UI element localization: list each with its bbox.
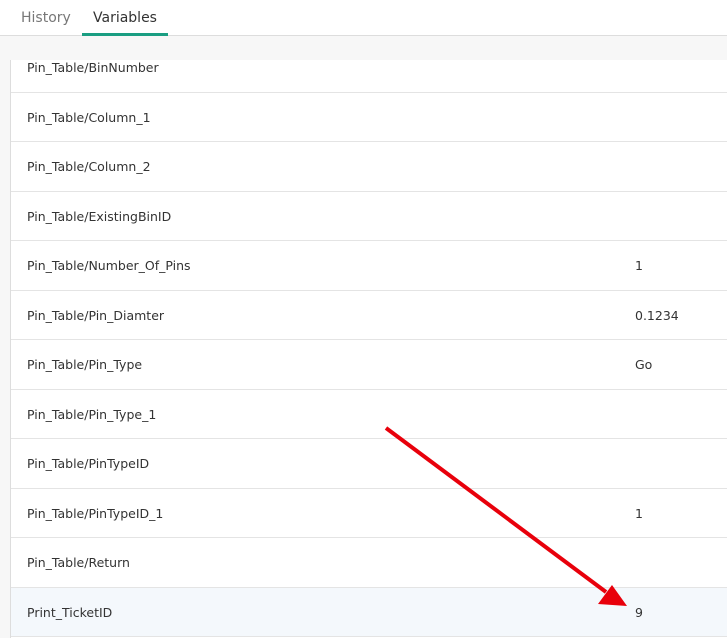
table-row[interactable]: Pin_Table/PinTypeID_1 1 [11,489,727,538]
variable-name: Pin_Table/Return [27,555,130,570]
variable-name: Pin_Table/ExistingBinID [27,208,172,224]
variable-name: Print_TicketID [27,604,113,620]
table-row[interactable]: Pin_Table/Pin_Type_1 [11,390,727,439]
table-row[interactable]: Pin_Table/Column_1 [11,93,727,142]
variable-name: Pin_Table/Number_Of_Pins [27,258,191,273]
table-row[interactable]: Pin_Table/Number_Of_Pins 1 [11,241,727,291]
table-row[interactable]: Pin_Table/ExistingBinID [11,192,727,241]
variable-name: Pin_Table/Column_2 [27,159,151,174]
table-row[interactable]: Pin_Table/Pin_Type Go [11,340,727,390]
variable-value: 1 [635,505,643,521]
tab-history[interactable]: History [21,10,71,35]
variable-value: 9 [635,604,643,620]
variable-name: Pin_Table/PinTypeID [27,456,150,471]
variable-name: Pin_Table/Pin_Type_1 [27,406,157,422]
table-row[interactable]: Print_TicketID 9 [11,587,727,637]
variables-rows: Pin_Table/BinNumber Pin_Table/Column_1 Pin… [11,60,727,637]
table-row[interactable]: Pin_Table/Column_2 [11,142,727,192]
variable-name: Pin_Table/BinNumber [27,60,159,75]
variable-value: 1 [635,258,643,273]
variable-value: 0.1234 [635,307,679,323]
table-row[interactable]: Pin_Table/Pin_Diamter 0.1234 [11,291,727,340]
table-row[interactable]: Pin_Table/PinTypeID [11,439,727,489]
variable-value: Go [635,357,653,372]
tab-variables[interactable]: Variables [82,10,168,36]
tab-bar: History Variables [0,0,727,36]
variable-name: Pin_Table/Column_1 [27,109,151,125]
variables-table: Pin_Table/BinNumber Pin_Table/Column_1 Pin… [10,60,727,638]
variable-name: Pin_Table/Pin_Type [27,357,143,372]
variable-name: Pin_Table/PinTypeID_1 [27,505,164,521]
table-row[interactable]: Pin_Table/BinNumber [11,60,727,93]
table-row[interactable]: Pin_Table/Return [11,538,727,588]
variable-name: Pin_Table/Pin_Diamter [27,307,165,323]
